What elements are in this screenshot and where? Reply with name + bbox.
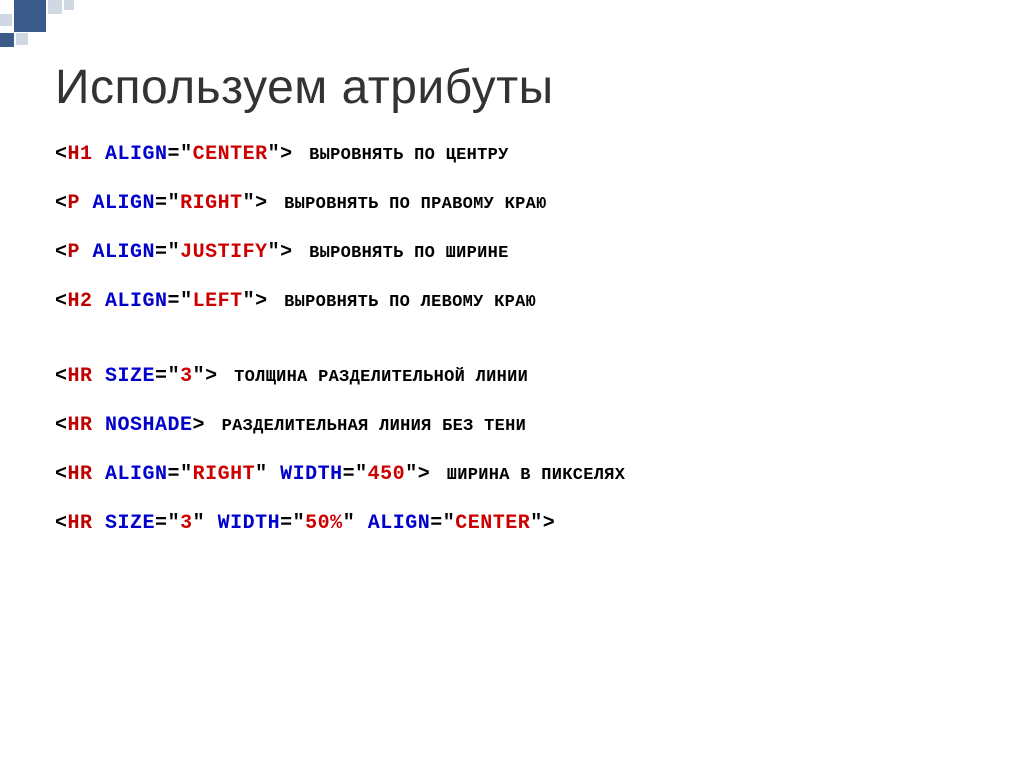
line-description: Выровнять по правому краю (274, 195, 547, 214)
line-description: Выровнять по ширине (299, 244, 509, 263)
line-description: Выровнять по центру (299, 146, 509, 165)
code-token-quote: " (443, 512, 456, 535)
code-token-val: RIGHT (180, 192, 243, 215)
code-token-quote: " (405, 463, 418, 486)
code-token-tag: HR (68, 414, 106, 437)
code-token-tag: HR (68, 365, 106, 388)
code-token-tag: HR (68, 463, 106, 486)
code-token-attr: ALIGN (93, 241, 156, 264)
code-token-eq: = (168, 463, 181, 486)
code-token-bracket: < (55, 241, 68, 264)
code-token-eq: = (155, 241, 168, 264)
line-description: Выровнять по левому краю (274, 293, 537, 312)
code-token-val: RIGHT (193, 463, 256, 486)
code-token-eq: = (343, 463, 356, 486)
code-token-eq: = (155, 192, 168, 215)
code-token-quote: " (268, 143, 281, 166)
line-description: Толщина разделительной линии (224, 368, 529, 387)
code-token-attr: ALIGN (368, 512, 431, 535)
code-token-bracket: < (55, 290, 68, 313)
code-token-attr: ALIGN (105, 463, 168, 486)
code-token-quote: " (293, 512, 306, 535)
corner-decoration (0, 0, 200, 50)
code-token-attr: WIDTH (280, 463, 343, 486)
code-token-val: CENTER (455, 512, 530, 535)
code-token-tag: P (68, 241, 93, 264)
code-token-attr: ALIGN (105, 290, 168, 313)
code-token-eq: = (430, 512, 443, 535)
code-token-val: 50% (305, 512, 343, 535)
code-token-quote: " (343, 512, 356, 535)
code-token-quote: " (255, 463, 268, 486)
code-token-eq: = (155, 365, 168, 388)
code-token-bracket: < (55, 143, 68, 166)
code-token-tag (205, 512, 218, 535)
code-token-attr: ALIGN (105, 143, 168, 166)
code-token-val: LEFT (193, 290, 243, 313)
code-line: <HR NOSHADE> Разделительная линия без те… (55, 414, 969, 437)
code-token-val: CENTER (193, 143, 268, 166)
slide-content: Используем атрибуты <H1 ALIGN="CENTER"> … (0, 0, 1024, 535)
code-token-bracket: > (280, 143, 293, 166)
code-token-quote: " (180, 143, 193, 166)
code-line: <HR SIZE="3"> Толщина разделительной лин… (55, 365, 969, 388)
code-token-quote: " (168, 241, 181, 264)
code-token-val: 450 (368, 463, 406, 486)
code-token-bracket: > (543, 512, 556, 535)
code-token-attr: SIZE (105, 512, 155, 535)
code-token-val: 3 (180, 512, 193, 535)
code-token-bracket: < (55, 192, 68, 215)
code-token-quote: " (268, 241, 281, 264)
code-token-bracket: > (280, 241, 293, 264)
code-token-attr: ALIGN (93, 192, 156, 215)
code-token-tag: HR (68, 512, 106, 535)
slide-title: Используем атрибуты (55, 60, 969, 115)
code-token-quote: " (168, 512, 181, 535)
code-token-quote: " (355, 463, 368, 486)
code-line: <P ALIGN="JUSTIFY"> Выровнять по ширине (55, 241, 969, 264)
code-token-attr: WIDTH (218, 512, 281, 535)
code-line: <H2 ALIGN="LEFT"> Выровнять по левому кр… (55, 290, 969, 313)
code-token-attr: SIZE (105, 365, 155, 388)
code-token-tag: P (68, 192, 93, 215)
code-token-quote: " (193, 512, 206, 535)
code-lines: <H1 ALIGN="CENTER"> Выровнять по центру<… (55, 143, 969, 535)
code-token-eq: = (280, 512, 293, 535)
code-token-quote: " (168, 365, 181, 388)
code-token-bracket: > (193, 414, 206, 437)
code-token-tag (355, 512, 368, 535)
code-token-eq: = (168, 143, 181, 166)
code-line: <P ALIGN="RIGHT"> Выровнять по правому к… (55, 192, 969, 215)
code-token-val: 3 (180, 365, 193, 388)
code-token-quote: " (243, 192, 256, 215)
code-token-tag: H1 (68, 143, 106, 166)
code-token-bracket: < (55, 463, 68, 486)
code-token-bracket: < (55, 512, 68, 535)
code-line: <HR SIZE="3" WIDTH="50%" ALIGN="CENTER"> (55, 512, 969, 535)
code-line: <H1 ALIGN="CENTER"> Выровнять по центру (55, 143, 969, 166)
code-token-bracket: > (205, 365, 218, 388)
code-token-bracket: > (418, 463, 431, 486)
code-token-eq: = (168, 290, 181, 313)
code-token-bracket: > (255, 290, 268, 313)
code-token-bracket: < (55, 414, 68, 437)
code-token-quote: " (243, 290, 256, 313)
code-token-eq: = (155, 512, 168, 535)
code-token-quote: " (168, 192, 181, 215)
code-token-quote: " (180, 463, 193, 486)
code-token-attr: NOSHADE (105, 414, 193, 437)
code-token-quote: " (530, 512, 543, 535)
code-token-val: JUSTIFY (180, 241, 268, 264)
line-description: Разделительная линия без тени (211, 417, 526, 436)
code-token-tag (268, 463, 281, 486)
code-line: <HR ALIGN="RIGHT" WIDTH="450"> Ширина в … (55, 463, 969, 486)
code-token-quote: " (180, 290, 193, 313)
code-token-tag: H2 (68, 290, 106, 313)
code-token-bracket: > (255, 192, 268, 215)
line-description: Ширина в пикселях (436, 466, 625, 485)
code-token-quote: " (193, 365, 206, 388)
code-token-bracket: < (55, 365, 68, 388)
